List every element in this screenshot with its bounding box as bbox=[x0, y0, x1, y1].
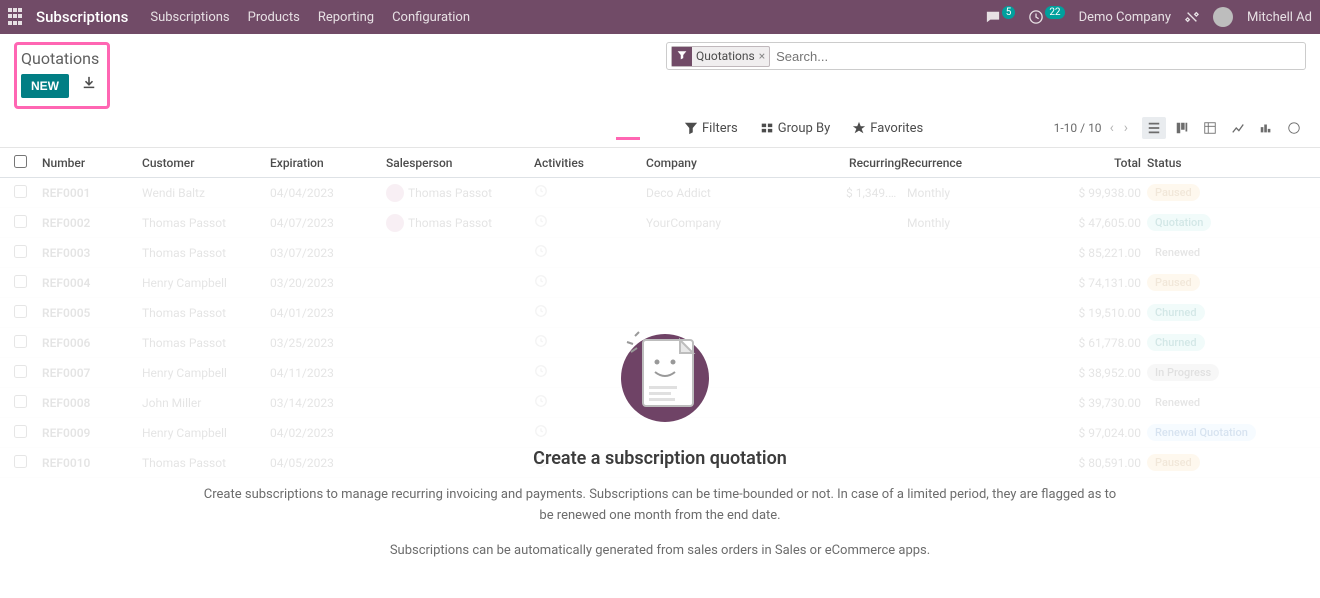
apps-icon[interactable] bbox=[8, 8, 26, 26]
pager-prev-icon[interactable]: ‹ bbox=[1108, 120, 1116, 136]
groupby-button[interactable]: Group By bbox=[760, 121, 831, 136]
breadcrumb: Quotations bbox=[21, 49, 99, 68]
menu-configuration[interactable]: Configuration bbox=[392, 10, 470, 25]
search-facet-quotations[interactable]: Quotations × bbox=[671, 46, 770, 67]
filter-icon bbox=[672, 47, 692, 66]
col-activities[interactable]: Activities bbox=[534, 156, 646, 170]
highlight-annotation: Quotations NEW bbox=[14, 42, 110, 109]
new-button[interactable]: NEW bbox=[21, 74, 69, 98]
onboarding-text-2: Subscriptions can be automatically gener… bbox=[200, 541, 1120, 562]
col-recurring[interactable]: Recurring bbox=[846, 156, 901, 170]
discuss-badge: 5 bbox=[1002, 6, 1016, 19]
pivot-view-icon[interactable] bbox=[1198, 117, 1222, 139]
search-input[interactable] bbox=[776, 49, 1301, 64]
pager-range[interactable]: 1-10 / 10 bbox=[1054, 121, 1102, 135]
onboarding-title: Create a subscription quotation bbox=[200, 448, 1120, 469]
annotation-marker bbox=[616, 137, 640, 140]
activities-icon[interactable]: 22 bbox=[1029, 10, 1064, 24]
facet-close-icon[interactable]: × bbox=[759, 49, 765, 63]
cohort-view-icon[interactable] bbox=[1254, 117, 1278, 139]
control-panel: Quotations NEW Quotations × bbox=[0, 34, 1320, 148]
col-company[interactable]: Company bbox=[646, 156, 846, 170]
table-body: REF0001Wendi Baltz04/04/2023Thomas Passo… bbox=[0, 178, 1320, 478]
import-button[interactable] bbox=[82, 76, 96, 93]
discuss-icon[interactable]: 5 bbox=[986, 10, 1016, 24]
graph-view-icon[interactable] bbox=[1226, 117, 1250, 139]
col-status[interactable]: Status bbox=[1141, 156, 1221, 170]
col-customer[interactable]: Customer bbox=[142, 156, 270, 170]
activity-view-icon[interactable] bbox=[1282, 117, 1306, 139]
select-all-checkbox[interactable] bbox=[14, 155, 27, 168]
onboarding-doc-icon bbox=[615, 318, 705, 428]
col-salesperson[interactable]: Salesperson bbox=[386, 156, 534, 170]
filters-label: Filters bbox=[702, 121, 738, 136]
menu-products[interactable]: Products bbox=[248, 10, 300, 25]
groupby-label: Group By bbox=[778, 121, 831, 136]
table-header: Number Customer Expiration Salesperson A… bbox=[0, 148, 1320, 178]
user-avatar[interactable] bbox=[1213, 7, 1233, 27]
user-name[interactable]: Mitchell Ad bbox=[1247, 10, 1312, 25]
company-selector[interactable]: Demo Company bbox=[1079, 10, 1171, 25]
facet-label: Quotations bbox=[696, 49, 755, 63]
debug-icon[interactable] bbox=[1185, 10, 1199, 24]
favorites-label: Favorites bbox=[870, 121, 923, 136]
brand-name[interactable]: Subscriptions bbox=[36, 8, 128, 26]
navbar: Subscriptions Subscriptions Products Rep… bbox=[0, 0, 1320, 34]
search-box[interactable]: Quotations × bbox=[666, 42, 1306, 70]
kanban-view-icon[interactable] bbox=[1170, 117, 1194, 139]
activities-badge: 22 bbox=[1045, 6, 1064, 19]
favorites-button[interactable]: Favorites bbox=[852, 121, 923, 136]
menu-reporting[interactable]: Reporting bbox=[318, 10, 374, 25]
main-menu: Subscriptions Products Reporting Configu… bbox=[150, 10, 470, 25]
col-number[interactable]: Number bbox=[42, 156, 142, 170]
col-total[interactable]: Total bbox=[1041, 156, 1141, 170]
col-expiration[interactable]: Expiration bbox=[270, 156, 386, 170]
list-view-icon[interactable] bbox=[1142, 117, 1166, 139]
onboarding-panel: Create a subscription quotation Create s… bbox=[0, 318, 1320, 575]
menu-subscriptions[interactable]: Subscriptions bbox=[150, 10, 229, 25]
filters-button[interactable]: Filters bbox=[684, 121, 738, 136]
pager-next-icon[interactable]: › bbox=[1122, 120, 1130, 136]
col-recurrence[interactable]: Recurrence bbox=[901, 156, 1041, 170]
onboarding-text-1: Create subscriptions to manage recurring… bbox=[200, 485, 1120, 527]
view-switcher bbox=[1142, 117, 1306, 139]
